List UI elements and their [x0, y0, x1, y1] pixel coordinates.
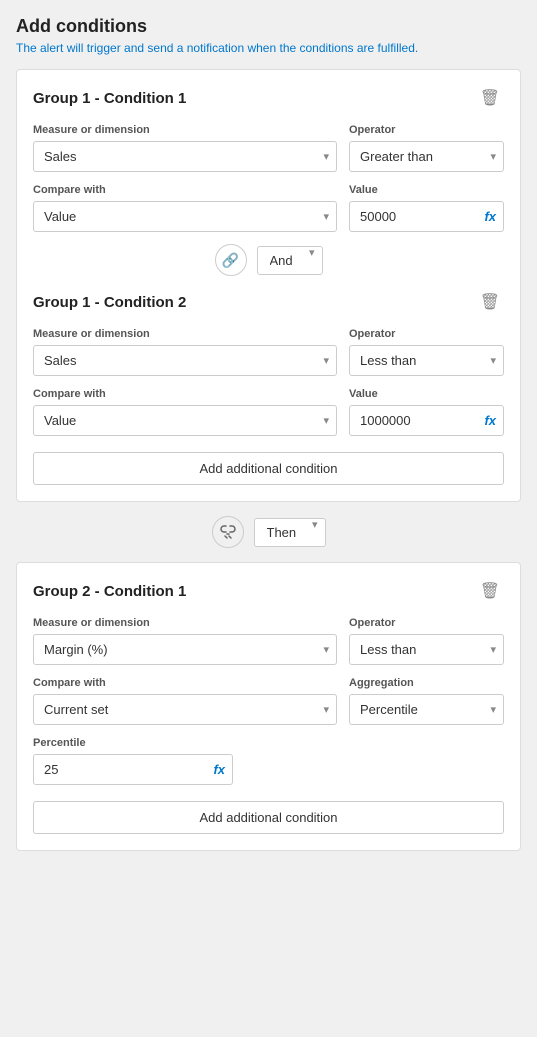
- group1-c2-measure-label: Measure or dimension: [33, 328, 337, 340]
- group1-c2-operator-label: Operator: [349, 328, 504, 340]
- group1-condition2-delete-button[interactable]: 🗑: [476, 290, 504, 314]
- group2-card: Group 2 - Condition 1 🗑 Measure or dimen…: [16, 562, 521, 851]
- group1-add-condition-button[interactable]: Add additional condition: [33, 452, 504, 485]
- group2-condition1-header: Group 2 - Condition 1 🗑: [33, 579, 504, 603]
- group1-condition1-delete-button[interactable]: 🗑: [476, 86, 504, 110]
- group1-c2-measure-select[interactable]: Sales Margin (%): [33, 345, 337, 376]
- group1-c1-value-input[interactable]: [349, 201, 504, 232]
- page-title: Add conditions: [16, 16, 521, 37]
- broken-link-icon: [220, 524, 236, 540]
- group1-c2-compare-select[interactable]: Value Current set: [33, 405, 337, 436]
- group1-c1-measure-label: Measure or dimension: [33, 124, 337, 136]
- group2-c1-compare-label: Compare with: [33, 677, 337, 689]
- between-groups-broken-link-button[interactable]: [212, 516, 244, 548]
- group1-link-icon-button[interactable]: 🔗: [215, 244, 247, 276]
- group1-c1-compare-select[interactable]: Value Current set: [33, 201, 337, 232]
- group1-c2-compare-label: Compare with: [33, 388, 337, 400]
- group1-c2-fx-button[interactable]: fx: [482, 411, 498, 430]
- page-subtitle: The alert will trigger and send a notifi…: [16, 41, 521, 55]
- group1-c2-value-label: Value: [349, 388, 504, 400]
- group2-c1-percentile-label: Percentile: [33, 737, 504, 749]
- group2-c1-aggregation-select[interactable]: Percentile Average Sum: [349, 694, 504, 725]
- group1-connector-select[interactable]: And Or: [257, 246, 323, 275]
- group2-c1-measure-select[interactable]: Margin (%) Sales: [33, 634, 337, 665]
- group1-c1-operator-label: Operator: [349, 124, 504, 136]
- group2-add-condition-button[interactable]: Add additional condition: [33, 801, 504, 834]
- group1-card: Group 1 - Condition 1 🗑 Measure or dimen…: [16, 69, 521, 502]
- group1-condition2-header: Group 1 - Condition 2 🗑: [33, 290, 504, 314]
- group2-c1-operator-select[interactable]: Less than Greater than Equal to: [349, 634, 504, 665]
- group1-condition2-title: Group 1 - Condition 2: [33, 294, 186, 311]
- group2-condition1-title: Group 2 - Condition 1: [33, 583, 186, 600]
- group1-condition1-header: Group 1 - Condition 1 🗑: [33, 86, 504, 110]
- group2-condition1-delete-button[interactable]: 🗑: [476, 579, 504, 603]
- group2-c1-percentile-input[interactable]: [33, 754, 233, 785]
- group2-c1-compare-select[interactable]: Current set Value Previous period: [33, 694, 337, 725]
- group1-c2-operator-select[interactable]: Less than Greater than Equal to: [349, 345, 504, 376]
- between-groups-connector-select[interactable]: Then And Or: [254, 518, 326, 547]
- group1-c1-value-label: Value: [349, 184, 504, 196]
- group2-c1-measure-label: Measure or dimension: [33, 617, 337, 629]
- group1-c1-fx-button[interactable]: fx: [482, 207, 498, 226]
- group1-condition1-title: Group 1 - Condition 1: [33, 90, 186, 107]
- group1-c1-compare-label: Compare with: [33, 184, 337, 196]
- group1-c1-operator-select[interactable]: Greater than Less than Equal to: [349, 141, 504, 172]
- group2-c1-aggregation-label: Aggregation: [349, 677, 504, 689]
- group2-c1-fx-button[interactable]: fx: [211, 760, 227, 779]
- group1-c2-value-input[interactable]: [349, 405, 504, 436]
- group2-c1-operator-label: Operator: [349, 617, 504, 629]
- group1-c1-measure-select[interactable]: Sales Margin (%): [33, 141, 337, 172]
